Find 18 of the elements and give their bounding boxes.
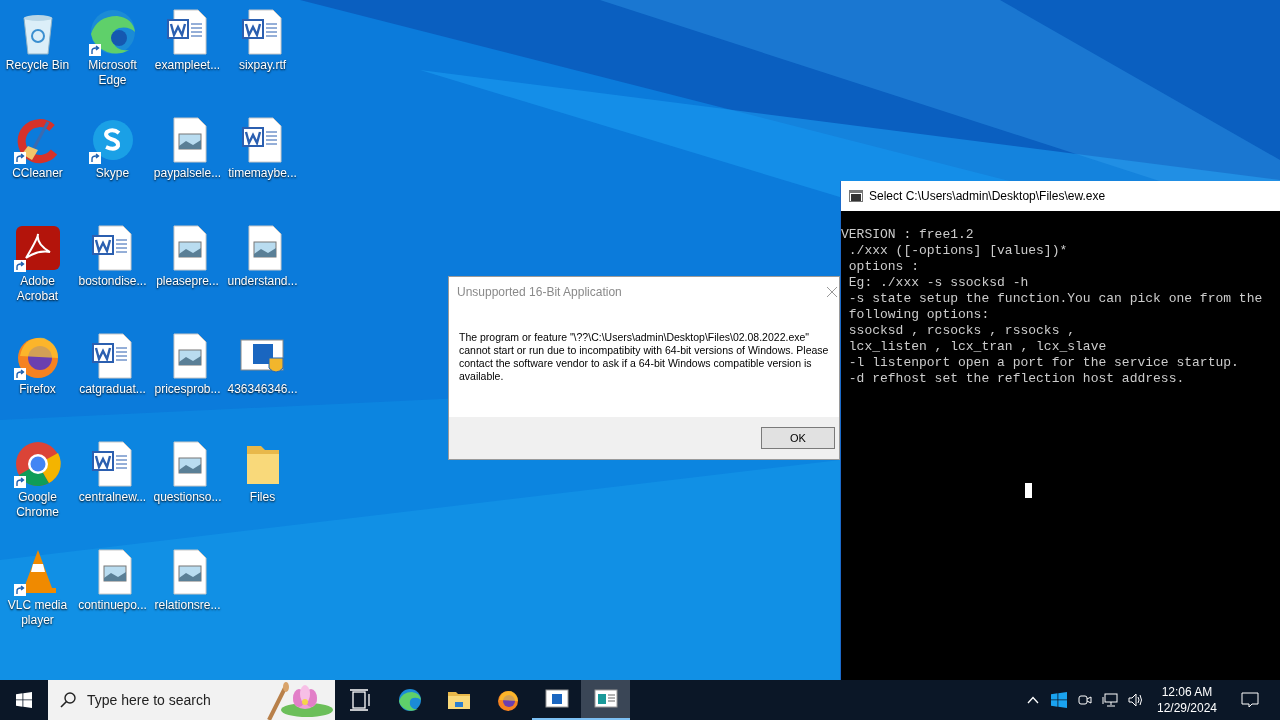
windows-logo-icon[interactable] bbox=[1051, 692, 1067, 708]
camera-icon[interactable] bbox=[1078, 692, 1092, 708]
window-icon bbox=[593, 687, 618, 711]
search-bar[interactable]: Type here to search bbox=[48, 680, 335, 720]
chevron-up-icon[interactable] bbox=[1027, 696, 1039, 704]
search-icon bbox=[60, 692, 76, 708]
network-icon[interactable] bbox=[1102, 692, 1118, 708]
volume-icon[interactable] bbox=[1128, 692, 1144, 708]
task-view-icon bbox=[348, 688, 373, 712]
clock-time[interactable]: 12:06 AM bbox=[1161, 684, 1213, 700]
search-input[interactable]: Type here to search bbox=[87, 689, 247, 711]
fox-globe-icon bbox=[495, 688, 520, 712]
wave-icon bbox=[397, 688, 422, 712]
taskbar-button[interactable] bbox=[581, 680, 630, 720]
clock-date[interactable]: 12/29/2024 bbox=[1156, 700, 1218, 716]
notification-icon[interactable] bbox=[1241, 692, 1259, 708]
window-icon bbox=[544, 687, 569, 711]
windows-logo-icon bbox=[16, 692, 32, 708]
